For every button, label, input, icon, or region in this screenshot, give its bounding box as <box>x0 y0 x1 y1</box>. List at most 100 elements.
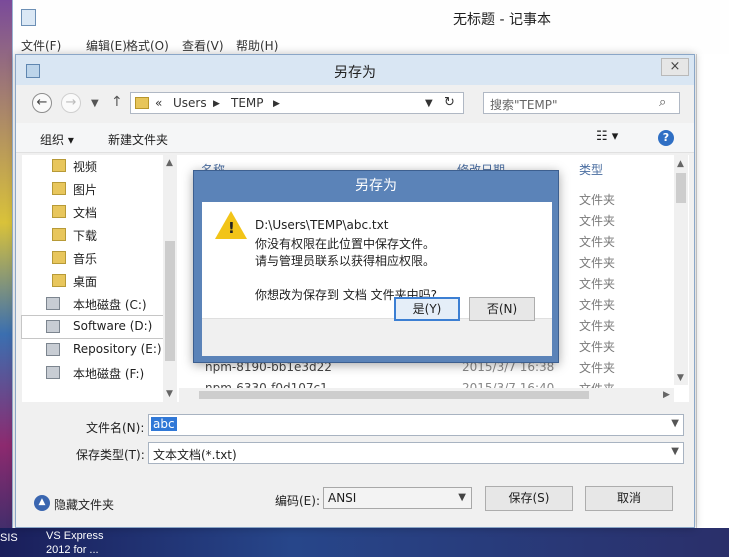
search-placeholder: 搜索"TEMP" <box>490 98 558 112</box>
encoding-label: 编码(E): <box>275 494 320 508</box>
tree-item-videos[interactable]: 视频 <box>22 155 172 177</box>
hide-folders-icon[interactable]: ▲ <box>34 495 50 511</box>
help-icon[interactable]: ? <box>658 130 674 146</box>
tree-item-label: Repository (E:) <box>73 342 162 356</box>
list-item-type[interactable]: 文件夹 <box>579 233 615 250</box>
music-folder-icon <box>52 251 66 264</box>
scroll-thumb[interactable] <box>165 241 175 361</box>
tree-item-label: 视频 <box>73 160 98 174</box>
up-arrow-icon[interactable]: ↑ <box>111 94 123 110</box>
close-icon: × <box>669 59 681 74</box>
cancel-button[interactable]: 取消 <box>585 486 673 511</box>
tree-item-label: 音乐 <box>73 252 98 266</box>
yes-button[interactable]: 是(Y) <box>394 297 460 321</box>
warning-path: D:\Users\TEMP\abc.txt <box>255 218 389 232</box>
chevron-down-icon[interactable]: ▼ <box>425 98 433 109</box>
tree-item-drive-d[interactable]: Software (D:) <box>21 315 173 339</box>
save-as-title: 另存为 <box>334 65 376 81</box>
filename-input[interactable]: abc ▼ <box>148 414 684 436</box>
address-prefix: « <box>155 96 163 110</box>
filetype-select[interactable]: 文本文档(*.txt) ▼ <box>148 442 684 464</box>
organize-button[interactable]: 组织 ▾ <box>40 131 74 148</box>
tree-item-desktop[interactable]: 桌面 <box>22 270 172 292</box>
tree-item-drive-c[interactable]: 本地磁盘 (C:) <box>22 293 172 315</box>
scroll-up-icon[interactable]: ▲ <box>166 158 173 168</box>
scroll-right-icon[interactable]: ▶ <box>663 390 670 400</box>
tree-item-documents[interactable]: 文档 <box>22 201 172 223</box>
chevron-right-icon[interactable]: ▶ <box>273 99 280 109</box>
chevron-right-icon[interactable]: ▶ <box>213 99 220 109</box>
scroll-up-icon[interactable]: ▲ <box>677 159 684 169</box>
encoding-select[interactable]: ANSI ▼ <box>323 487 472 509</box>
address-segment-users[interactable]: Users <box>173 96 207 110</box>
chevron-down-icon[interactable]: ▼ <box>671 418 679 429</box>
recent-locations-dropdown-icon[interactable]: ▼ <box>91 98 99 109</box>
filename-value: abc <box>151 417 177 431</box>
back-button[interactable]: ← <box>32 93 52 113</box>
tree-item-label: 文档 <box>73 206 98 220</box>
file-list-vertical-scrollbar[interactable]: ▲ ▼ <box>674 155 688 385</box>
tree-item-label: 图片 <box>73 183 98 197</box>
tree-item-label: 下载 <box>73 229 98 243</box>
tree-scrollbar[interactable]: ▲ ▼ <box>163 155 177 402</box>
new-folder-button[interactable]: 新建文件夹 <box>108 131 168 148</box>
drive-icon <box>46 297 60 310</box>
desktop-icon-label[interactable]: VS Express <box>46 530 103 542</box>
chevron-down-icon[interactable]: ▼ <box>671 446 679 457</box>
chevron-down-icon[interactable]: ▼ <box>458 492 466 503</box>
menu-view[interactable]: 查看(V) <box>182 37 224 54</box>
list-item-type[interactable]: 文件夹 <box>579 254 615 271</box>
list-item-type[interactable]: 文件夹 <box>579 212 615 229</box>
list-item-type[interactable]: 文件夹 <box>579 359 615 376</box>
notepad-text-area[interactable] <box>696 54 729 528</box>
search-input[interactable]: 搜索"TEMP" ⌕ <box>483 92 680 114</box>
drive-icon <box>46 343 60 356</box>
pictures-folder-icon <box>52 182 66 195</box>
menu-format[interactable]: 格式(O) <box>126 37 169 54</box>
scroll-down-icon[interactable]: ▼ <box>677 373 684 383</box>
downloads-folder-icon <box>52 228 66 241</box>
notepad-title: 无标题 - 记事本 <box>453 12 551 28</box>
menu-edit[interactable]: 编辑(E) <box>86 37 127 54</box>
search-icon[interactable]: ⌕ <box>659 95 666 110</box>
desktop-background-strip <box>0 0 12 557</box>
hide-folders-button[interactable]: 隐藏文件夹 <box>54 496 114 513</box>
drive-icon <box>46 320 60 333</box>
scroll-thumb[interactable] <box>676 173 686 203</box>
scroll-down-icon[interactable]: ▼ <box>166 389 173 399</box>
desktop-background-bottom: SIS VS Express 2012 for ... <box>0 528 729 557</box>
file-list-horizontal-scrollbar[interactable]: ▶ <box>179 388 674 402</box>
notepad-menubar: 文件(F) 编辑(E) 格式(O) 查看(V) 帮助(H) <box>13 34 729 54</box>
desktop-icon-label[interactable]: 2012 for ... <box>46 544 99 556</box>
list-item-type[interactable]: 文件夹 <box>579 275 615 292</box>
menu-file[interactable]: 文件(F) <box>21 37 61 54</box>
list-item-type[interactable]: 文件夹 <box>579 338 615 355</box>
tree-item-drive-e[interactable]: Repository (E:) <box>22 339 172 361</box>
tree-item-label: 本地磁盘 (C:) <box>73 298 147 312</box>
forward-arrow-icon: → <box>65 95 77 110</box>
forward-button[interactable]: → <box>61 93 81 113</box>
tree-item-music[interactable]: 音乐 <box>22 247 172 269</box>
list-item-type[interactable]: 文件夹 <box>579 296 615 313</box>
save-button[interactable]: 保存(S) <box>485 486 573 511</box>
tree-item-downloads[interactable]: 下载 <box>22 224 172 246</box>
no-button[interactable]: 否(N) <box>469 297 535 321</box>
close-button[interactable]: × <box>661 58 689 76</box>
list-item-type[interactable]: 文件夹 <box>579 191 615 208</box>
tree-item-drive-f[interactable]: 本地磁盘 (F:) <box>22 362 172 384</box>
column-type[interactable]: 类型 <box>579 161 603 178</box>
menu-help[interactable]: 帮助(H) <box>236 37 278 54</box>
address-bar[interactable]: « Users ▶ TEMP ▶ ▼ ↻ <box>130 92 464 114</box>
desktop-icon-label[interactable]: SIS <box>0 532 18 544</box>
address-segment-temp[interactable]: TEMP <box>231 96 264 110</box>
command-toolbar: 组织 ▾ 新建文件夹 ☷ ▾ ? <box>16 123 694 153</box>
scroll-thumb[interactable] <box>199 391 589 399</box>
tree-item-pictures[interactable]: 图片 <box>22 178 172 200</box>
list-item-type[interactable]: 文件夹 <box>579 317 615 334</box>
view-options-icon[interactable]: ☷ ▾ <box>596 129 618 144</box>
encoding-value: ANSI <box>328 491 357 505</box>
save-as-titlebar[interactable]: 另存为 × <box>16 55 694 85</box>
notepad-titlebar[interactable]: 无标题 - 记事本 <box>13 0 729 34</box>
warning-title[interactable]: 另存为 <box>194 171 558 201</box>
refresh-icon[interactable]: ↻ <box>444 95 455 110</box>
